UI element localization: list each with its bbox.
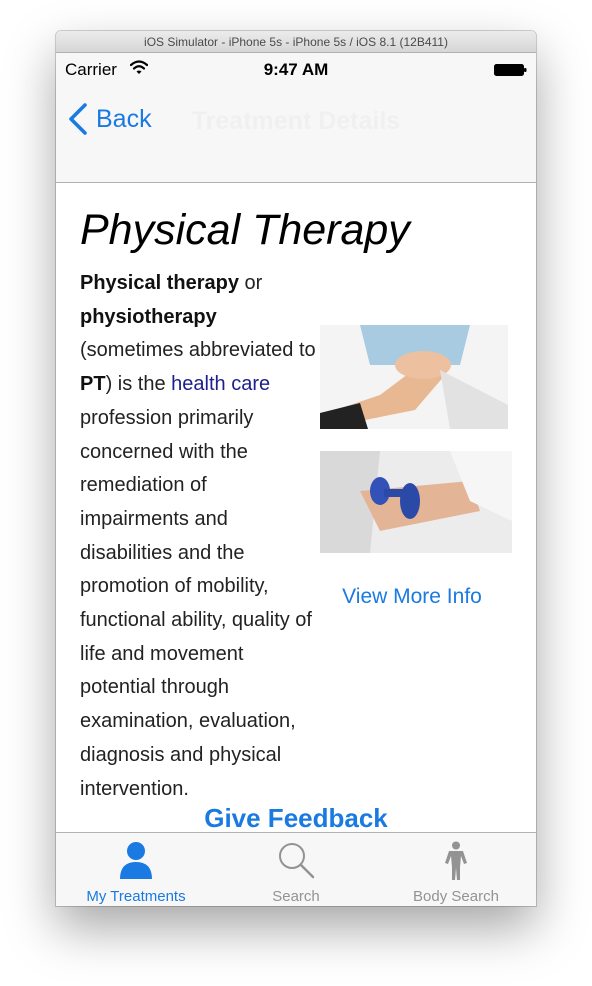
tab-body-search[interactable]: Body Search bbox=[376, 833, 536, 906]
health-care-link[interactable]: health care bbox=[171, 373, 270, 395]
dumbbell-therapy-photo bbox=[320, 451, 512, 553]
window-title: iOS Simulator - iPhone 5s - iPhone 5s / … bbox=[144, 35, 448, 49]
knee-therapy-photo bbox=[320, 325, 508, 429]
article-text-part: ) is the bbox=[105, 373, 172, 396]
term-physical-therapy: Physical therapy bbox=[80, 272, 239, 294]
article-text-part: (sometimes abbreviated to bbox=[80, 339, 316, 362]
tab-my-treatments[interactable]: My Treatments bbox=[56, 833, 216, 906]
body-figure-icon bbox=[445, 841, 467, 880]
tab-bar: My Treatments Search Body Search bbox=[56, 832, 536, 906]
term-physiotherapy: physiotherapy bbox=[80, 305, 217, 328]
person-icon bbox=[120, 842, 152, 879]
phone-screen: Carrier 9:47 AM Back Treatment Details P… bbox=[56, 53, 536, 906]
give-feedback-button[interactable]: Give Feedback bbox=[56, 803, 536, 834]
status-bar: Carrier 9:47 AM bbox=[56, 53, 536, 87]
article-text: Physical therapy or physiotherapy (somet… bbox=[80, 267, 316, 806]
tab-label: Search bbox=[272, 888, 320, 905]
navigation-bar: Back Treatment Details bbox=[56, 87, 536, 183]
tab-label: Body Search bbox=[413, 888, 499, 905]
article-text-part: or bbox=[238, 272, 263, 294]
window-titlebar: iOS Simulator - iPhone 5s - iPhone 5s / … bbox=[56, 31, 536, 53]
tab-label: My Treatments bbox=[86, 888, 186, 905]
status-time: 9:47 AM bbox=[263, 60, 329, 79]
nav-title: Treatment Details bbox=[191, 107, 401, 135]
battery-icon bbox=[494, 64, 527, 76]
tab-search[interactable]: Search bbox=[216, 833, 376, 906]
article-text-part: profession primarily concerned with the … bbox=[80, 406, 312, 800]
search-icon bbox=[279, 843, 315, 879]
term-pt: PT bbox=[80, 373, 106, 396]
view-more-info-link[interactable]: View More Info bbox=[320, 585, 504, 609]
page-title: Physical Therapy bbox=[80, 206, 410, 254]
simulator-window: iOS Simulator - iPhone 5s - iPhone 5s / … bbox=[56, 31, 536, 906]
treatment-content: Physical Therapy Physical therapy or phy… bbox=[56, 183, 536, 833]
